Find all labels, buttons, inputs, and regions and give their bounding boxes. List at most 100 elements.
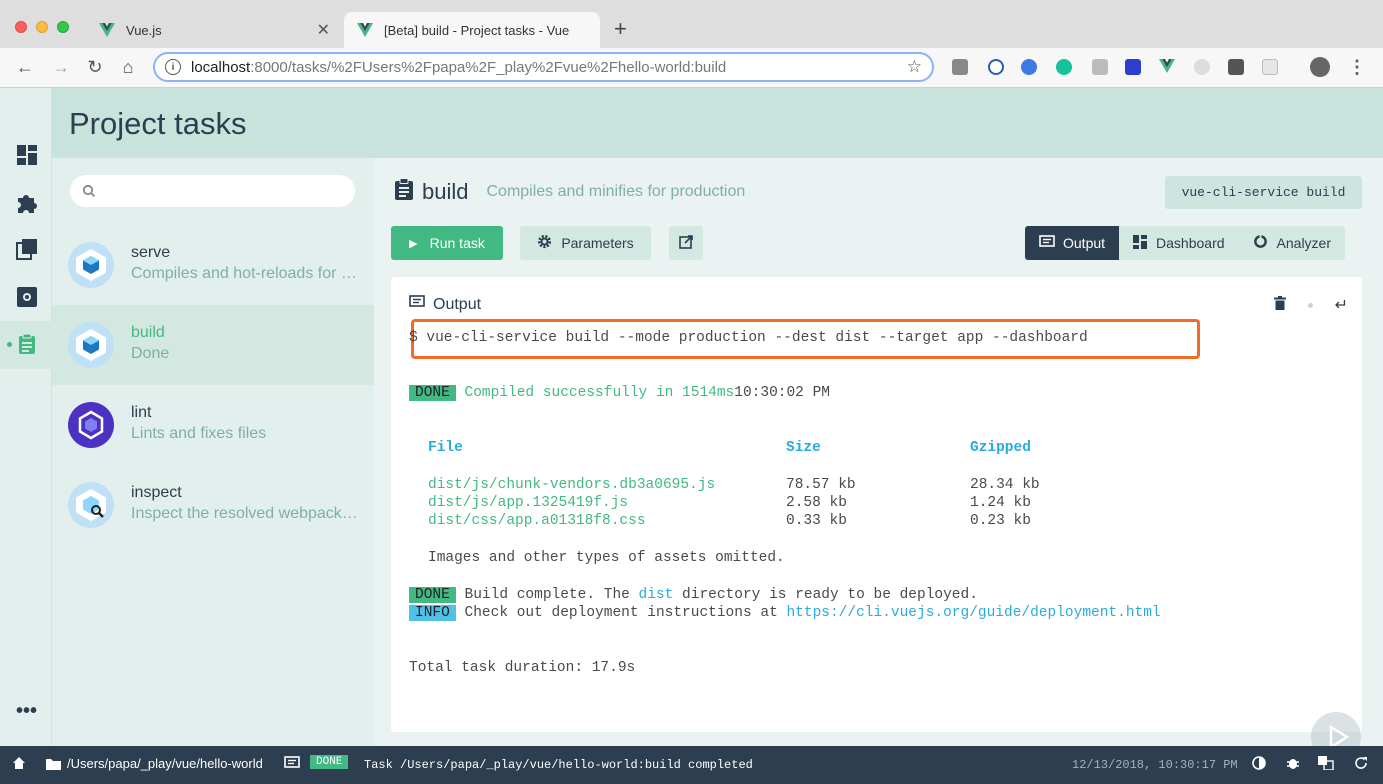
bookmark-star-icon[interactable]: ☆ bbox=[907, 57, 922, 77]
new-tab-button[interactable]: + bbox=[614, 16, 627, 42]
task-title: build bbox=[422, 178, 469, 204]
tab-title: [Beta] build - Project tasks - Vue bbox=[384, 22, 570, 38]
vue-logo-icon bbox=[98, 22, 116, 38]
assets-omitted-note: Images and other types of assets omitted… bbox=[428, 550, 785, 566]
open-external-button[interactable] bbox=[669, 226, 703, 260]
task-command-badge: vue-cli-service build bbox=[1165, 176, 1362, 209]
task-item-build[interactable]: build Done bbox=[52, 305, 374, 385]
file-size: 78.57 kb bbox=[786, 477, 856, 493]
grammarly-icon[interactable] bbox=[1056, 59, 1072, 75]
file-size: 0.33 kb bbox=[786, 513, 847, 529]
run-task-button[interactable]: ▶ Run task bbox=[391, 226, 503, 260]
window-zoom-button[interactable] bbox=[57, 21, 69, 33]
file-gzip: 0.23 kb bbox=[970, 513, 1031, 529]
folder-icon bbox=[46, 758, 61, 770]
task-name: build bbox=[131, 324, 165, 341]
terminal-output: $ vue-cli-service build --mode productio… bbox=[409, 277, 1349, 693]
close-tab-icon[interactable]: ✕ bbox=[317, 20, 330, 40]
build-complete-line: DONE Build complete. The dist directory … bbox=[409, 587, 978, 603]
tab-title: Vue.js bbox=[126, 22, 162, 38]
url-host: localhost bbox=[191, 58, 251, 76]
project-path[interactable]: /Users/papa/_play/vue/hello-world bbox=[46, 756, 263, 771]
window-close-button[interactable] bbox=[15, 21, 27, 33]
dependencies-icon[interactable] bbox=[16, 238, 38, 260]
task-description: Compiles and minifies for production bbox=[486, 182, 746, 200]
command-line: $ vue-cli-service build --mode productio… bbox=[409, 330, 1088, 346]
task-name: serve bbox=[131, 244, 171, 261]
page-title: Project tasks bbox=[69, 106, 247, 141]
more-icon[interactable]: ••• bbox=[16, 701, 38, 728]
dashboard-icon[interactable] bbox=[16, 144, 38, 166]
extension-icon[interactable] bbox=[1092, 59, 1108, 75]
plugins-icon[interactable] bbox=[16, 192, 38, 214]
deployment-link[interactable]: https://cli.vuejs.org/guide/deployment.h… bbox=[786, 605, 1160, 621]
status-done-badge: DONE bbox=[310, 755, 349, 769]
parameters-button[interactable]: Parameters bbox=[520, 226, 651, 260]
browser-tab-build[interactable]: [Beta] build - Project tasks - Vue bbox=[344, 12, 600, 48]
extension-icon[interactable] bbox=[1125, 59, 1141, 75]
console-icon[interactable] bbox=[284, 756, 300, 770]
file-name: dist/css/app.a01318f8.css bbox=[428, 513, 646, 529]
size-column-header: Size bbox=[786, 440, 821, 456]
vue-devtools-icon[interactable] bbox=[1159, 59, 1175, 75]
reload-button[interactable]: ↻ bbox=[84, 56, 106, 78]
file-name: dist/js/chunk-vendors.db3a0695.js bbox=[428, 477, 716, 493]
done-badge: DONE bbox=[310, 755, 349, 769]
eslint-icon bbox=[68, 402, 114, 448]
tasks-clipboard-icon[interactable] bbox=[16, 333, 38, 355]
browser-toolbar: ← → ↻ ⌂ i localhost:8000/tasks/%2FUsers%… bbox=[0, 48, 1383, 88]
translate-icon[interactable] bbox=[1318, 756, 1334, 770]
configuration-icon[interactable] bbox=[16, 286, 38, 308]
task-name: inspect bbox=[131, 484, 182, 501]
browser-menu-icon[interactable]: ⋮ bbox=[1346, 56, 1368, 78]
webpack-inspect-icon bbox=[68, 482, 114, 528]
extension-icon[interactable] bbox=[952, 59, 968, 75]
home-icon[interactable] bbox=[12, 756, 26, 770]
search-icon bbox=[82, 184, 96, 203]
task-item-serve[interactable]: serve Compiles and hot-reloads for devel… bbox=[52, 225, 374, 305]
bug-report-icon[interactable] bbox=[1286, 756, 1300, 770]
extension-icon[interactable] bbox=[1262, 59, 1278, 75]
extension-icon[interactable] bbox=[1194, 59, 1210, 75]
back-button[interactable]: ← bbox=[14, 56, 36, 78]
site-info-icon[interactable]: i bbox=[165, 59, 181, 75]
info-pre: Check out deployment instructions at bbox=[464, 605, 787, 621]
task-item-inspect[interactable]: inspect Inspect the resolved webpack con… bbox=[52, 465, 374, 545]
webpack-cube-icon bbox=[68, 322, 114, 368]
file-size: 2.58 kb bbox=[786, 495, 847, 511]
info-badge: INFO bbox=[409, 605, 456, 621]
task-description: Lints and fixes files bbox=[131, 425, 267, 442]
extension-icon[interactable] bbox=[1228, 59, 1244, 75]
page-header: Project tasks bbox=[52, 88, 1383, 158]
analyzer-label: Analyzer bbox=[1276, 235, 1331, 251]
dark-mode-icon[interactable] bbox=[1252, 756, 1266, 770]
profile-avatar[interactable] bbox=[1310, 57, 1330, 77]
gzipped-column-header: Gzipped bbox=[970, 440, 1031, 456]
file-gzip: 1.24 kb bbox=[970, 495, 1031, 511]
analyzer-view-button[interactable]: Analyzer bbox=[1238, 226, 1345, 260]
refresh-icon[interactable] bbox=[1354, 756, 1368, 770]
window-minimize-button[interactable] bbox=[36, 21, 48, 33]
address-bar[interactable]: i localhost:8000/tasks/%2FUsers%2Fpapa%2… bbox=[153, 52, 934, 82]
home-button[interactable]: ⌂ bbox=[117, 56, 139, 78]
extension-icon[interactable] bbox=[988, 59, 1004, 75]
dist-dir: dist bbox=[638, 587, 674, 603]
build-complete-pre: Build complete. The bbox=[464, 587, 639, 603]
dashboard-view-button[interactable]: Dashboard bbox=[1119, 226, 1239, 260]
task-list-panel: serve Compiles and hot-reloads for devel… bbox=[52, 158, 374, 746]
task-status: Done bbox=[131, 345, 170, 362]
forward-button[interactable]: → bbox=[50, 56, 72, 78]
task-item-lint[interactable]: lint Lints and fixes files bbox=[52, 385, 374, 465]
play-icon: ▶ bbox=[409, 237, 418, 250]
file-name: dist/js/app.1325419f.js bbox=[428, 495, 629, 511]
output-panel: Output ↵ $ vue-cli-service build --mode … bbox=[391, 277, 1362, 732]
task-search-input[interactable] bbox=[70, 175, 355, 207]
open-in-new-icon bbox=[679, 234, 693, 252]
vue-logo-icon bbox=[356, 22, 374, 38]
output-view-button[interactable]: Output bbox=[1025, 226, 1120, 260]
extension-icon[interactable] bbox=[1021, 59, 1037, 75]
console-icon bbox=[1039, 234, 1055, 252]
browser-tab-bar: Vue.js ✕ [Beta] build - Project tasks - … bbox=[0, 0, 1383, 48]
webpack-cube-icon bbox=[68, 242, 114, 288]
browser-tab-vuejs[interactable]: Vue.js ✕ bbox=[86, 12, 342, 48]
